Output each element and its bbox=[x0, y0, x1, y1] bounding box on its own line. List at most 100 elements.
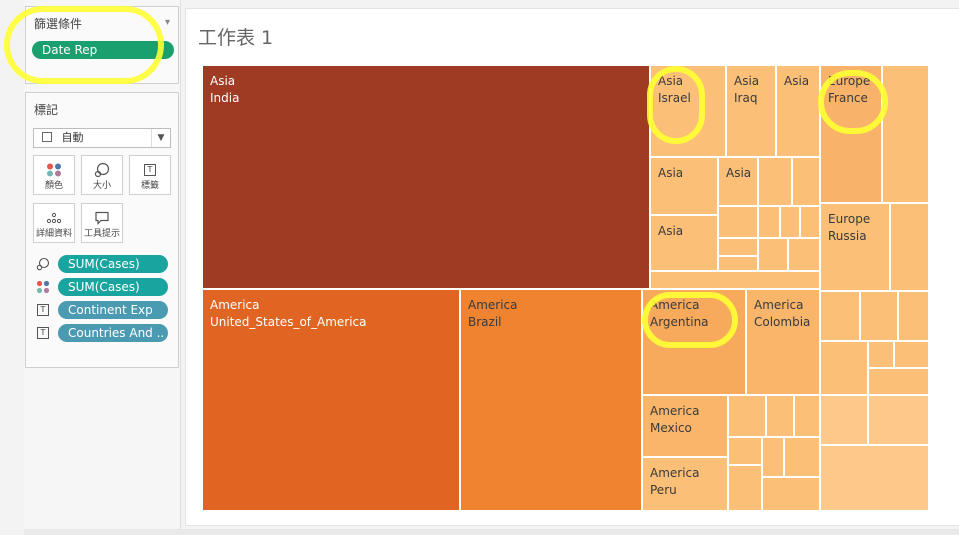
treemap-cell[interactable] bbox=[800, 206, 820, 238]
size-icon bbox=[36, 257, 50, 271]
treemap-cell-peru[interactable]: America Peru bbox=[642, 457, 728, 511]
treemap-cell-colombia[interactable]: America Colombia bbox=[746, 289, 820, 395]
cell-country: Colombia bbox=[754, 315, 811, 329]
treemap-cell[interactable] bbox=[728, 437, 762, 465]
treemap-cell[interactable] bbox=[820, 395, 868, 445]
mark-type-select[interactable]: 自動 ▼ bbox=[33, 128, 171, 148]
cell-continent: Asia bbox=[726, 166, 752, 180]
treemap-cell-asia-4[interactable]: Asia bbox=[650, 157, 718, 215]
treemap-cell[interactable] bbox=[792, 157, 820, 206]
treemap-cell[interactable] bbox=[784, 437, 820, 477]
treemap-cell-usa[interactable]: America United_States_of_America bbox=[202, 289, 460, 511]
annotation-highlight-argentina bbox=[642, 292, 738, 348]
tooltip-label: 工具提示 bbox=[83, 229, 120, 239]
cell-continent: America bbox=[210, 298, 260, 312]
cell-continent: America bbox=[468, 298, 518, 312]
treemap-cell[interactable] bbox=[860, 291, 898, 341]
cell-country: Peru bbox=[650, 483, 677, 497]
mark-field-row: SUM(Cases) bbox=[36, 255, 172, 273]
treemap-cell[interactable] bbox=[718, 206, 758, 238]
treemap-cell-asia-6[interactable]: Asia bbox=[650, 215, 718, 271]
color-button[interactable]: 顏色 bbox=[33, 155, 75, 195]
cell-continent: America bbox=[754, 298, 804, 312]
field-pill-continent-exp[interactable]: Continent Exp bbox=[58, 301, 168, 319]
label-icon: T bbox=[36, 326, 50, 340]
label-text-icon: T bbox=[130, 162, 170, 178]
cell-continent: Europe bbox=[828, 212, 871, 226]
cell-country: Mexico bbox=[650, 421, 692, 435]
treemap-cell[interactable] bbox=[820, 291, 860, 341]
treemap-cell-india[interactable]: Asia India bbox=[202, 65, 650, 289]
tableau-app: 篩選條件 ▾ Date Rep 標記 自動 ▼ 顏色 大小 T 標籤 詳細資料 … bbox=[0, 0, 959, 535]
cell-continent: Asia bbox=[734, 74, 760, 88]
treemap-cell-mexico[interactable]: America Mexico bbox=[642, 395, 728, 457]
treemap-cell[interactable] bbox=[868, 395, 929, 445]
mark-field-row: T Countries And .. bbox=[36, 324, 172, 342]
cell-country: United_States_of_America bbox=[210, 315, 367, 329]
cell-country: Russia bbox=[828, 229, 867, 243]
cell-continent: Asia bbox=[784, 74, 810, 88]
treemap-cell[interactable] bbox=[788, 238, 820, 271]
field-pill-sum-cases-color[interactable]: SUM(Cases) bbox=[58, 278, 168, 296]
treemap-cell[interactable] bbox=[894, 341, 929, 368]
treemap-cell[interactable] bbox=[728, 465, 762, 511]
treemap-cell[interactable] bbox=[882, 65, 929, 203]
color-icon bbox=[36, 280, 50, 294]
marks-title: 標記 bbox=[34, 103, 59, 117]
treemap-cell[interactable] bbox=[820, 445, 929, 511]
label-icon: T bbox=[36, 303, 50, 317]
treemap-cell[interactable] bbox=[898, 291, 929, 341]
size-button[interactable]: 大小 bbox=[81, 155, 123, 195]
filters-caret-icon[interactable]: ▾ bbox=[165, 17, 170, 28]
treemap-cell[interactable] bbox=[728, 395, 766, 437]
treemap-cell[interactable] bbox=[780, 206, 800, 238]
tooltip-button[interactable]: 工具提示 bbox=[81, 203, 123, 243]
cell-continent: America bbox=[650, 466, 700, 480]
treemap-cell[interactable] bbox=[794, 395, 820, 437]
field-pill-sum-cases-size[interactable]: SUM(Cases) bbox=[58, 255, 168, 273]
bottom-scrollbar[interactable] bbox=[24, 529, 959, 535]
chevron-down-icon[interactable]: ▼ bbox=[151, 129, 170, 147]
treemap-cell[interactable] bbox=[762, 437, 784, 477]
detail-button[interactable]: 詳細資料 bbox=[33, 203, 75, 243]
tooltip-icon bbox=[82, 210, 122, 226]
label-button[interactable]: T 標籤 bbox=[129, 155, 171, 195]
marks-card: 標記 自動 ▼ 顏色 大小 T 標籤 詳細資料 工具提示 SUM(Cases) … bbox=[25, 92, 179, 368]
mark-type-value: 自動 bbox=[61, 131, 84, 144]
annotation-highlight-israel bbox=[647, 66, 705, 144]
treemap-cell[interactable] bbox=[762, 477, 820, 511]
color-dots-icon bbox=[34, 162, 74, 178]
treemap-cell[interactable] bbox=[758, 206, 780, 238]
label-label: 標籤 bbox=[140, 181, 159, 191]
cell-country: India bbox=[210, 91, 240, 105]
size-icon bbox=[82, 162, 122, 178]
mark-field-row: T Continent Exp bbox=[36, 301, 172, 319]
sheet-title: 工作表 1 bbox=[198, 27, 274, 49]
left-strip bbox=[0, 0, 24, 535]
treemap-cell[interactable] bbox=[758, 238, 788, 271]
treemap-cell[interactable] bbox=[868, 368, 929, 395]
treemap-cell-asia-3[interactable]: Asia bbox=[776, 65, 820, 157]
detail-label: 詳細資料 bbox=[35, 229, 72, 239]
size-label: 大小 bbox=[92, 181, 111, 191]
treemap-cell[interactable] bbox=[650, 271, 820, 289]
detail-dots-icon bbox=[34, 210, 74, 226]
treemap-cell[interactable] bbox=[718, 238, 758, 256]
cell-country: Iraq bbox=[734, 91, 758, 105]
treemap-cell[interactable] bbox=[868, 341, 894, 368]
treemap-cell[interactable] bbox=[766, 395, 794, 437]
treemap-cell[interactable] bbox=[718, 256, 758, 271]
treemap-cell[interactable] bbox=[758, 157, 792, 206]
treemap-cell-asia-5[interactable]: Asia bbox=[718, 157, 758, 206]
mark-field-row: SUM(Cases) bbox=[36, 278, 172, 296]
treemap-cell-iraq[interactable]: Asia Iraq bbox=[726, 65, 776, 157]
field-pill-countries-and[interactable]: Countries And .. bbox=[58, 324, 168, 342]
cell-continent: Asia bbox=[658, 166, 684, 180]
cell-continent: Asia bbox=[658, 224, 684, 238]
mark-type-square-icon bbox=[42, 132, 52, 142]
treemap-cell-russia[interactable]: Europe Russia bbox=[820, 203, 890, 291]
treemap-cell[interactable] bbox=[820, 341, 868, 395]
treemap-cell-brazil[interactable]: America Brazil bbox=[460, 289, 642, 511]
cell-continent: America bbox=[650, 404, 700, 418]
treemap-cell[interactable] bbox=[890, 203, 929, 291]
